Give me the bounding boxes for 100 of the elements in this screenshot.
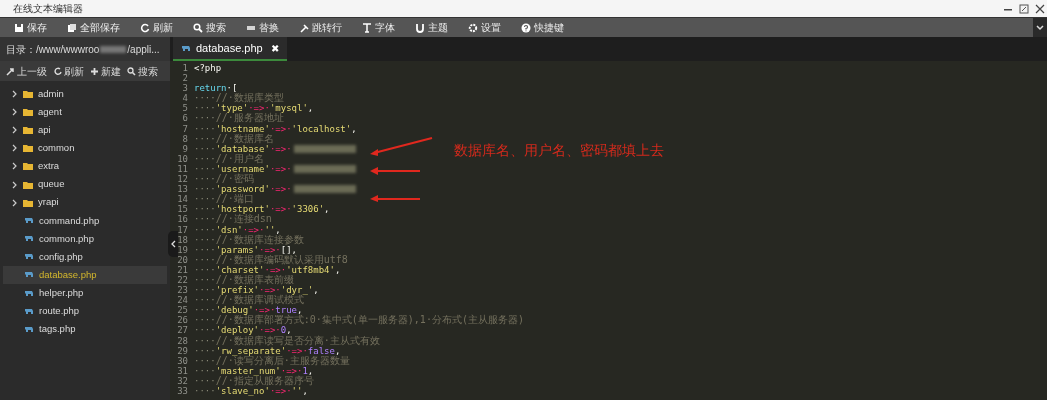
restore-icon[interactable] — [1019, 3, 1029, 14]
line-number: 18 — [176, 234, 189, 245]
code-token: , — [286, 325, 292, 336]
code-token: , — [302, 386, 308, 397]
tree-item[interactable]: helper.php — [3, 284, 167, 303]
code-comment: //·数据库类型 — [215, 93, 284, 104]
line-number: 21 — [176, 264, 189, 275]
code-token: 'hostport' — [215, 204, 270, 215]
toolbar-button[interactable]: 替换 — [240, 17, 285, 38]
tree-item[interactable]: common — [3, 139, 167, 158]
line-number: 14 — [176, 194, 189, 205]
toolbar-button[interactable]: 刷新 — [134, 17, 179, 38]
save-icon — [14, 22, 24, 33]
directory-path: 目录：/www/wwwroo — [6, 42, 100, 57]
line-number: 20 — [176, 254, 189, 265]
editor-tab[interactable]: database.php ✖ — [173, 37, 287, 61]
tree-item[interactable]: queue — [3, 175, 167, 194]
toolbar-button[interactable]: 快捷键 — [515, 17, 570, 38]
tree-item[interactable]: command.php — [3, 211, 167, 230]
refresh-icon — [53, 66, 62, 76]
search-icon — [127, 66, 136, 76]
tree-item[interactable]: tags.php — [3, 320, 167, 339]
code-token: , — [334, 345, 341, 356]
whitespace-marker: ···· — [194, 194, 216, 205]
line-number: 16 — [176, 214, 189, 225]
tree-item[interactable]: extra — [3, 157, 167, 176]
whitespace-marker: ···· — [194, 345, 216, 356]
tree-item[interactable]: config.php — [3, 247, 167, 266]
sidebar-action[interactable]: 搜索 — [127, 63, 158, 79]
toolbar-button[interactable]: 搜索 — [187, 17, 232, 38]
settings-icon — [468, 22, 478, 33]
annotation-arrows-drawing — [368, 136, 434, 202]
whitespace-marker: ···· — [194, 234, 216, 245]
code-token: 'slave_no' — [215, 386, 270, 397]
plus-icon — [90, 66, 99, 76]
collapse-handle[interactable] — [168, 231, 178, 257]
toolbar-button[interactable]: 主题 — [409, 17, 454, 38]
toolbar-button[interactable]: 设置 — [462, 17, 507, 38]
sidebar-action[interactable]: 刷新 — [53, 63, 84, 79]
code-comment: //·指定从服务器序号 — [215, 375, 314, 386]
line-number: 32 — [176, 375, 189, 386]
code-comment: //·数据库表前缀 — [215, 274, 294, 286]
line-number: 15 — [176, 204, 189, 215]
dropdown-button[interactable] — [1033, 17, 1047, 38]
tree-item[interactable]: yrapi — [3, 193, 167, 212]
tree-item[interactable]: api — [3, 121, 167, 140]
line-number: 2 — [181, 73, 189, 84]
line-number: 19 — [176, 244, 189, 255]
toolbar-button[interactable]: 字体 — [356, 17, 401, 38]
arrow-icon — [6, 66, 15, 76]
line-number: 17 — [176, 224, 189, 235]
line-number: 27 — [176, 325, 189, 336]
sidebar-action[interactable]: 新建 — [90, 63, 121, 79]
code-token: ·=>· — [253, 305, 276, 316]
code-token: , — [307, 365, 314, 376]
code-token: return — [194, 83, 227, 94]
toolbar-button[interactable]: 保存 — [8, 17, 53, 38]
help-icon — [521, 22, 531, 33]
code-token: ·=>· — [269, 204, 292, 215]
code-token: ·=>· — [280, 365, 303, 376]
tab-label: database.php — [196, 40, 263, 56]
directory-path-end: /appli... — [127, 42, 160, 57]
toolbar-button[interactable]: 全部保存 — [61, 17, 126, 38]
code-token: 'password' — [215, 184, 270, 195]
whitespace-marker: ···· — [194, 224, 216, 235]
tree-item[interactable]: database.php — [3, 265, 167, 285]
sidebar-action[interactable]: 上一级 — [6, 63, 47, 79]
code-comment: //·数据库调试模式 — [215, 295, 304, 306]
text-cursor-icon — [362, 22, 372, 33]
code-token: 'type' — [215, 103, 249, 114]
code-token: ·=>· — [269, 163, 292, 175]
code-token: 'localhost' — [291, 123, 352, 134]
tree-item[interactable]: agent — [3, 103, 167, 122]
code-token: 'dsn' — [215, 224, 243, 235]
code-token: true — [275, 305, 297, 316]
toolbar-button[interactable]: 跳转行 — [293, 17, 348, 38]
tree-item[interactable]: admin — [3, 85, 167, 104]
code-token: <?php — [194, 63, 222, 74]
tree-item[interactable]: common.php — [3, 229, 167, 248]
whitespace-marker: ···· — [194, 305, 216, 316]
close-icon[interactable] — [1035, 3, 1045, 14]
whitespace-marker: ···· — [194, 153, 216, 164]
whitespace-marker: ···· — [194, 254, 216, 265]
window-title: 在线文本编辑器 — [13, 2, 83, 16]
code-comment: //·数据库读写是否分离·主从式有效 — [215, 335, 380, 346]
line-number: 11 — [176, 163, 189, 175]
redacted-value — [293, 144, 356, 153]
refresh-icon — [140, 22, 150, 33]
whitespace-marker: ···· — [194, 335, 216, 346]
chevron-left-icon — [170, 240, 176, 248]
whitespace-marker: ···· — [194, 93, 216, 104]
code-token: 'rw_separate' — [215, 345, 287, 356]
annotation-text: 数据库名、用户名、密码都填上去 — [454, 141, 664, 160]
code-token: ·=>· — [248, 103, 270, 114]
line-number: 4 — [181, 93, 189, 104]
code-token: '' — [291, 386, 303, 397]
whitespace-marker: ···· — [194, 184, 216, 195]
tab-close-button[interactable]: ✖ — [270, 40, 279, 56]
code-comment: //·数据库名 — [215, 133, 274, 144]
tree-item[interactable]: route.php — [3, 302, 167, 321]
